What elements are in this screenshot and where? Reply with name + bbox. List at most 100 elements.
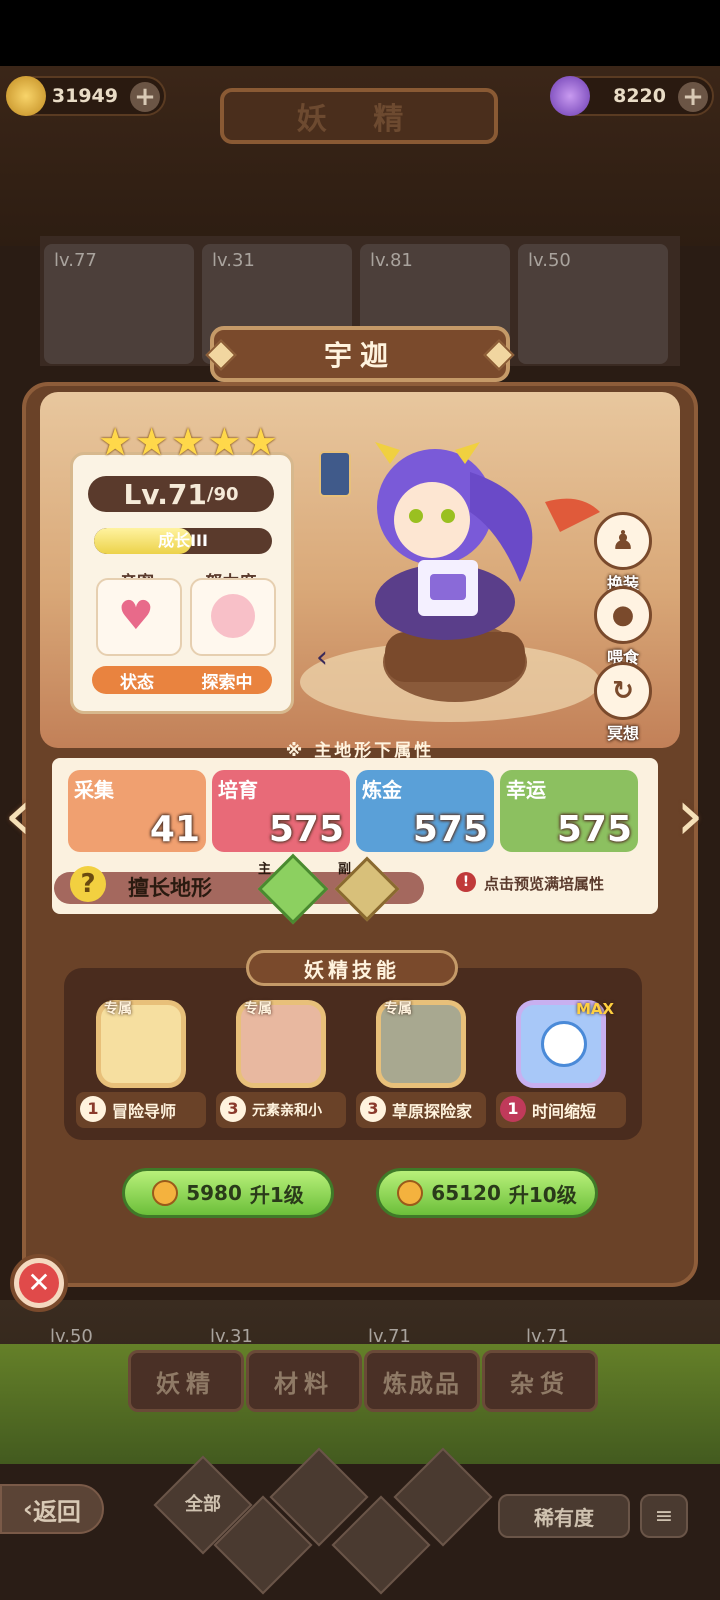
gem-icon [550, 76, 590, 116]
tab-materials[interactable]: 材料 [246, 1350, 362, 1412]
star-icon: ★ [243, 420, 278, 464]
heart-icon: ♥ [118, 593, 154, 639]
gold-coin-icon [6, 76, 46, 116]
upgrade-10-cost: 65120 [431, 1181, 501, 1205]
upgrade-1-cost: 5980 [186, 1181, 242, 1205]
back-arrow-icon: ‹ [23, 1495, 33, 1523]
rarity-sort-button[interactable]: 稀有度 [498, 1494, 630, 1538]
meditate-button[interactable]: ↻ 冥想 [592, 662, 654, 744]
sprout-icon: ? [70, 866, 106, 902]
attribute-value: 575 [412, 809, 488, 850]
roster-level: lv.31 [212, 250, 255, 271]
back-label: 返回 [32, 1497, 81, 1526]
meditate-label: 冥想 [606, 724, 639, 743]
attribute-value: 575 [556, 809, 632, 850]
blush-face-icon [211, 594, 255, 638]
fairy-level: Lv.71 /90 [88, 476, 274, 512]
coin-icon [397, 1180, 424, 1206]
category-tabs: 妖精 材料 炼成品 杂货 [120, 1350, 600, 1414]
state-bar: 状态 探索中 [92, 666, 272, 694]
dress-button[interactable]: ♟ 换装 [592, 512, 654, 594]
back-button[interactable]: ‹ 返回 [0, 1484, 104, 1534]
growth-bar: 成长III [94, 528, 272, 554]
add-gold-button[interactable]: + [130, 82, 160, 112]
skill-level: 1 [500, 1096, 526, 1122]
roster-level: lv.50 [528, 250, 571, 271]
upgrade-1-button[interactable]: 5980 升1级 [122, 1168, 334, 1218]
tab-alchemy-products[interactable]: 炼成品 [364, 1350, 480, 1412]
alert-icon: ! [456, 872, 476, 892]
fairy-name-plate: 宇迦 [205, 326, 515, 382]
star-rating: ★ ★ ★ ★ ★ [98, 420, 278, 464]
tab-fairy[interactable]: 妖精 [128, 1350, 244, 1412]
state-value: 探索中 [201, 672, 253, 693]
upgrade-10-button[interactable]: 65120 升10级 [376, 1168, 598, 1218]
close-button[interactable]: ✕ [10, 1254, 68, 1312]
next-fairy-arrow-icon[interactable]: › [676, 780, 716, 850]
coin-icon [152, 1180, 179, 1206]
add-gem-button[interactable]: + [678, 82, 708, 112]
fairy-name: 宇迦 [323, 339, 396, 372]
star-icon: ★ [134, 420, 169, 464]
skills-title: 妖精技能 [246, 950, 458, 986]
exclusive-tag: 专属 [104, 1001, 132, 1017]
alarm-clock-icon [541, 1021, 587, 1067]
meditate-icon: ↻ [594, 662, 652, 720]
roster-level: lv.81 [370, 250, 413, 271]
preview-hint-link[interactable]: 点击预览满培属性 [484, 873, 604, 894]
plate-gem-icon [483, 339, 515, 371]
attribute-value: 41 [149, 809, 200, 850]
max-tag: MAX [576, 1000, 615, 1018]
primary-tag: 主 [258, 862, 272, 877]
attribute-name: 培育 [218, 778, 258, 802]
attribute-gather: 采集 41 [68, 770, 206, 852]
star-icon: ★ [207, 420, 242, 464]
upgrade-10-label: 升10级 [508, 1182, 577, 1207]
skill-name: 元素亲和小 [252, 1103, 322, 1119]
roster-card[interactable]: lv.50 [518, 244, 668, 364]
close-icon: ✕ [19, 1263, 59, 1303]
skill-label[interactable]: 3 元素亲和小 [216, 1092, 346, 1128]
skill-label[interactable]: 3 草原探险家 [356, 1092, 486, 1128]
star-icon: ★ [98, 420, 133, 464]
skill-label[interactable]: 1 时间缩短 [496, 1092, 626, 1128]
roster-card[interactable]: lv.77 [44, 244, 194, 364]
skill-label[interactable]: 1 冒险导师 [76, 1092, 206, 1128]
gem-counter[interactable]: 8220 + [550, 76, 714, 116]
skill-level: 1 [80, 1096, 106, 1122]
tab-goods[interactable]: 杂货 [482, 1350, 598, 1412]
level-value: Lv.71 [123, 477, 207, 511]
terrain-label: 擅长地形 [128, 876, 212, 900]
skill-name: 草原探险家 [392, 1102, 473, 1121]
gem-amount: 8220 [613, 85, 666, 107]
attribute-value: 575 [268, 809, 344, 850]
exclusive-tag: 专属 [244, 1001, 272, 1017]
upgrade-1-label: 升1级 [249, 1182, 304, 1207]
gold-counter[interactable]: 31949 + [6, 76, 166, 116]
sort-order-icon[interactable]: ≡ [640, 1494, 688, 1538]
attributes-title: ※ 主地形下属性 [285, 741, 435, 761]
exclusive-tag: 专属 [384, 1001, 412, 1017]
skill-name: 冒险导师 [112, 1102, 177, 1121]
gold-amount: 31949 [51, 85, 118, 107]
collapse-arrow-icon[interactable]: ‹ [316, 640, 328, 675]
page-title: 妖 精 [220, 88, 498, 144]
skill-level: 3 [220, 1096, 246, 1122]
filter-all-label: 全部 [185, 1494, 221, 1515]
attribute-name: 采集 [74, 778, 114, 802]
intimacy-box[interactable]: ♥ [96, 578, 182, 656]
attribute-name: 幸运 [506, 778, 546, 802]
skill-name: 时间缩短 [532, 1102, 597, 1121]
attribute-nurture: 培育 575 [212, 770, 350, 852]
plate-gem-icon [205, 339, 237, 371]
roster-level: lv.77 [54, 250, 97, 271]
prev-fairy-arrow-icon[interactable]: ‹ [4, 780, 44, 850]
level-max: /90 [206, 483, 239, 505]
attribute-luck: 幸运 575 [500, 770, 638, 852]
effort-box[interactable] [190, 578, 276, 656]
feed-button[interactable]: ● 喂食 [592, 586, 654, 668]
state-label: 状态 [120, 672, 154, 693]
attribute-name: 炼金 [362, 778, 402, 802]
attribute-alchemy: 炼金 575 [356, 770, 494, 852]
star-icon: ★ [170, 420, 206, 464]
